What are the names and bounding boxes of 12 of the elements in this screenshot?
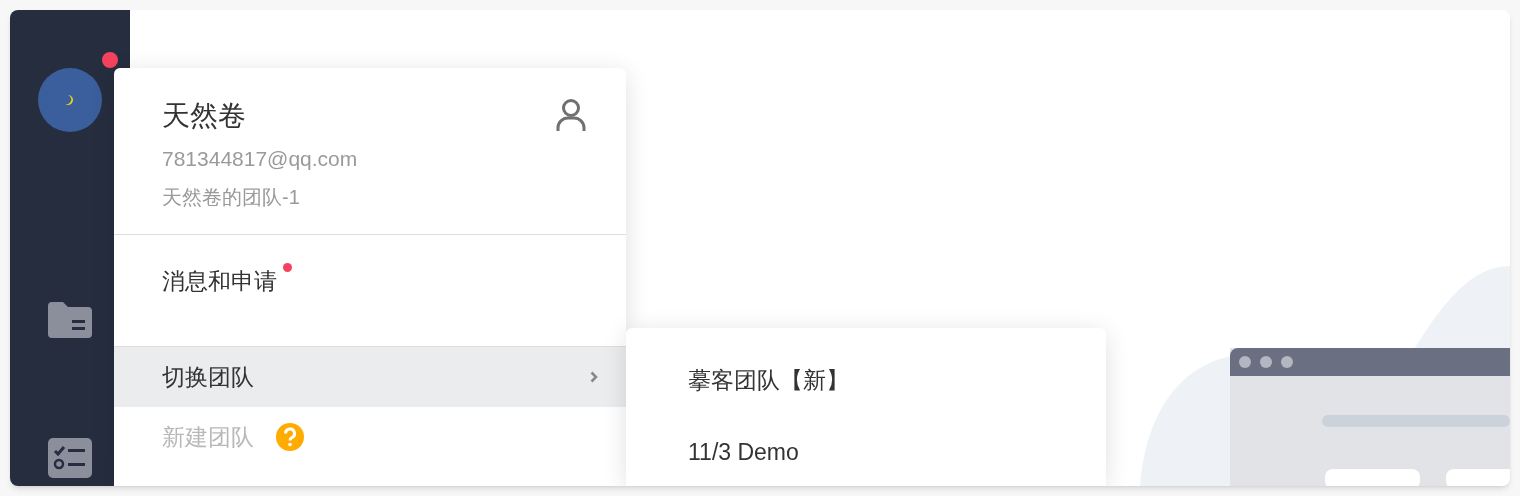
- user-name: 天然卷: [162, 99, 246, 133]
- menu-item[interactable]: 消息和申请: [114, 235, 626, 328]
- moon-icon: [64, 94, 76, 106]
- team-option[interactable]: 摹客团队【新】: [626, 364, 1106, 396]
- user-icon[interactable]: [556, 98, 586, 132]
- chevron-right-icon: [590, 371, 598, 383]
- team-option[interactable]: 11/3 Demo: [626, 436, 1106, 468]
- folder-icon[interactable]: [48, 302, 92, 338]
- checklist-icon[interactable]: [48, 438, 92, 478]
- menu-item[interactable]: 切换团队: [114, 347, 626, 407]
- team-name: 天然卷的团队-1: [162, 185, 301, 210]
- user-email: 781344817@qq.com: [162, 146, 359, 172]
